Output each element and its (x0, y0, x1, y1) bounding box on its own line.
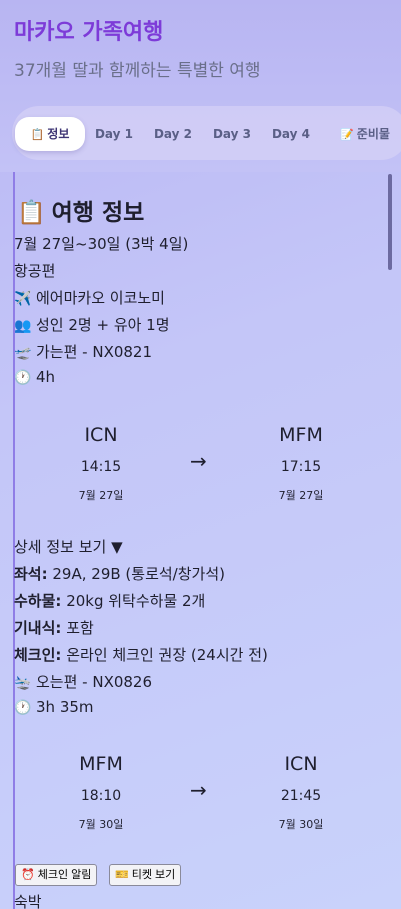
arrival-icon: 🛬 (14, 675, 32, 691)
app-title: 마카오 가족여행 (14, 20, 164, 45)
departure-icon: 🛫 (14, 345, 32, 361)
inbound-flight-label: 🛬 오는편 - NX0826 (14, 673, 153, 691)
details-toggle[interactable]: 상세 정보 보기 ▼ (14, 536, 123, 557)
tab-day2[interactable]: Day 2 (149, 117, 197, 151)
app-header: 마카오 가족여행 37개월 딸과 함께하는 특별한 여행 📋 정보 Day 1 D… (0, 0, 401, 172)
outbound-to-date: 7월 27일 (278, 489, 324, 502)
trip-dates: 7월 27일~30일 (3박 4일) (14, 235, 189, 253)
clock-icon: 🕐 (14, 370, 32, 386)
airline-row: ✈️ 에어마카오 이코노미 (14, 289, 165, 307)
tab-day1[interactable]: Day 1 (90, 117, 138, 151)
checkin-row: 체크인: 온라인 체크인 권장 (24시간 전) (14, 646, 268, 664)
meal-row: 기내식: 포함 (14, 619, 94, 637)
route-arrow: → (190, 449, 207, 473)
people-icon: 👥 (14, 318, 32, 334)
inbound-from-date: 7월 30일 (78, 818, 124, 831)
scrollbar[interactable] (388, 174, 392, 270)
alarm-clock-icon: ⏰ (21, 869, 35, 881)
inbound-from-code: MFM (79, 753, 123, 775)
ticket-view-button[interactable]: 🎫 티켓 보기 (109, 864, 182, 886)
inbound-duration: 🕐 3h 35m (14, 698, 94, 716)
pencil-icon: 📝 (340, 128, 354, 141)
app-subtitle: 37개월 딸과 함께하는 특별한 여행 (14, 61, 261, 81)
section-title: 📋 여행 정보 (17, 200, 145, 226)
tab-info[interactable]: 📋 정보 (15, 117, 85, 151)
tab-day3[interactable]: Day 3 (208, 117, 256, 151)
tab-packing[interactable]: 📝 준비물 (330, 117, 400, 151)
clipboard-icon: 📋 (30, 128, 45, 141)
accommodation-label: 숙박 (14, 893, 42, 909)
inbound-to-time: 21:45 (280, 788, 322, 804)
outbound-from-code: ICN (84, 424, 118, 446)
clipboard-icon: 📋 (17, 200, 46, 226)
checkin-alert-button[interactable]: ⏰ 체크인 알림 (15, 864, 98, 886)
outbound-to-time: 17:15 (280, 459, 322, 475)
inbound-to-date: 7월 30일 (278, 818, 324, 831)
passengers-row: 👥 성인 2명 + 유아 1명 (14, 316, 170, 334)
outbound-to-code: MFM (279, 424, 323, 446)
inbound-to-code: ICN (284, 753, 318, 775)
inbound-from-time: 18:10 (80, 788, 122, 804)
tab-day4[interactable]: Day 4 (267, 117, 315, 151)
seat-row: 좌석: 29A, 29B (통로석/창가석) (14, 565, 225, 583)
outbound-from-date: 7월 27일 (78, 489, 124, 502)
route-arrow: → (190, 778, 207, 802)
airplane-icon: ✈️ (14, 291, 32, 307)
outbound-from-time: 14:15 (80, 459, 122, 475)
outbound-flight-label: 🛫 가는편 - NX0821 (14, 343, 153, 361)
outbound-duration: 🕐 4h (14, 368, 56, 386)
baggage-row: 수하물: 20kg 위탁수하물 2개 (14, 592, 206, 610)
ticket-icon: 🎫 (115, 869, 129, 881)
tab-bar: 📋 정보 Day 1 Day 2 Day 3 Day 4 📝 준비물 (12, 106, 401, 160)
clock-icon: 🕐 (14, 700, 32, 716)
flight-section-label: 항공편 (14, 262, 56, 280)
